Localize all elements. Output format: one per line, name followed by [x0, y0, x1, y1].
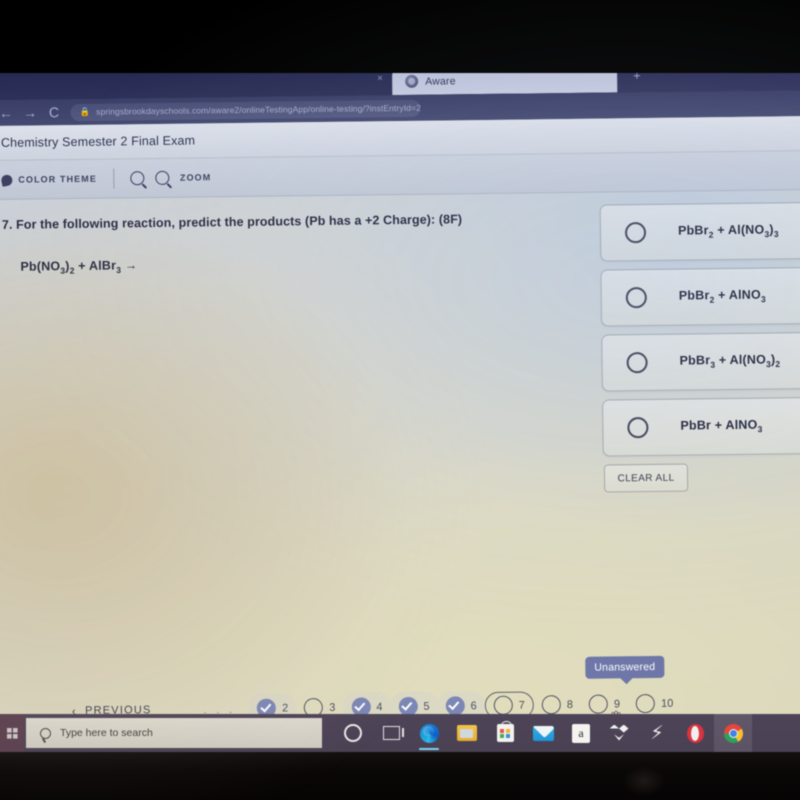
unanswered-circle-icon — [493, 695, 513, 715]
radio-button-icon[interactable] — [627, 417, 649, 439]
pagination-number: 10 — [661, 697, 674, 710]
lightning-icon[interactable]: ⚡ — [638, 714, 676, 752]
screen-content: × Aware × + ← → C 🔒 springsbrookdayschoo… — [0, 60, 800, 760]
answered-check-icon — [445, 696, 465, 716]
dropbox-glyph — [610, 725, 629, 742]
question-area: 7. For the following reaction, predict t… — [0, 190, 800, 493]
lock-icon: 🔒 — [79, 106, 91, 117]
formula-text: PbBr — [678, 288, 710, 303]
folder-glyph — [457, 725, 477, 741]
windows-logo-icon — [6, 727, 18, 739]
opera-glyph — [686, 723, 704, 743]
search-icon — [40, 727, 51, 739]
tab-favicon-icon — [405, 74, 419, 88]
formula-subscript: 2 — [775, 359, 781, 370]
pagination-number: 7 — [518, 699, 525, 712]
formula-text: Pb(NO — [20, 259, 61, 274]
tab-title: Aware — [425, 74, 456, 88]
unanswered-circle-icon — [588, 694, 609, 714]
google-chrome-icon[interactable] — [714, 714, 752, 752]
formula-text: → — [120, 258, 138, 273]
radio-button-icon[interactable] — [625, 287, 647, 309]
pagination-number: 4 — [376, 700, 383, 713]
photo-bezel-top — [0, 0, 800, 73]
task-view-icon[interactable] — [372, 714, 410, 752]
formula-text: PbBr — [677, 223, 709, 238]
palette-icon — [0, 173, 14, 187]
pagination-number: 5 — [423, 700, 430, 713]
answer-option[interactable]: PbBr + AlNO3 — [602, 396, 800, 457]
answer-option-label: PbBr2 + AlNO3 — [679, 288, 766, 306]
answer-options-list: PbBr2 + Al(NO3)3 PbBr2 + AlNO3 PbBr3 + Al(… — [599, 201, 800, 493]
pagination-number: 2 — [282, 701, 289, 715]
opera-icon[interactable] — [676, 714, 714, 752]
answer-option-label: PbBr3 + Al(NO3)2 — [680, 353, 781, 371]
formula-subscript: 3 — [760, 294, 766, 305]
reload-icon[interactable]: C — [46, 104, 61, 120]
file-explorer-icon[interactable] — [448, 714, 486, 752]
pagination-number: 8 — [566, 698, 574, 711]
formula-text: + AlNO — [714, 287, 761, 303]
amazon-icon[interactable]: a — [562, 714, 600, 752]
dropbox-icon[interactable] — [600, 714, 638, 752]
tooltip-unanswered: Unanswered — [585, 655, 665, 679]
lightning-glyph: ⚡ — [650, 721, 664, 744]
chrome-glyph — [723, 723, 743, 743]
search-input[interactable]: Type here to search — [26, 718, 322, 748]
formula-text: + Al(NO — [715, 352, 767, 368]
amazon-glyph: a — [572, 723, 590, 743]
start-button[interactable] — [0, 714, 24, 752]
radio-button-icon[interactable] — [626, 352, 648, 374]
formula-text: PbBr + AlNO — [680, 417, 758, 433]
exam-page: Chemistry Semester 2 Final Exam COLOR TH… — [0, 116, 800, 760]
answer-option-label: PbBr + AlNO3 — [680, 418, 762, 436]
store-glyph — [496, 721, 514, 742]
answer-option[interactable]: PbBr3 + Al(NO3)2 — [601, 331, 800, 392]
back-icon[interactable]: ← — [0, 105, 14, 121]
radio-button-icon[interactable] — [624, 222, 647, 244]
answer-option-label: PbBr2 + Al(NO3)3 — [678, 223, 779, 241]
formula-text: PbBr — [679, 353, 711, 368]
formula-subscript: 3 — [757, 424, 763, 435]
address-bar[interactable]: 🔒 springsbrookdayschools.com/aware2/onli… — [70, 99, 421, 121]
formula-text: + Al(NO — [713, 222, 765, 238]
zoom-out-icon[interactable] — [154, 170, 170, 186]
search-placeholder: Type here to search — [60, 727, 153, 739]
edge-glyph — [419, 723, 439, 743]
mail-icon[interactable] — [524, 714, 562, 752]
inactive-tab-close-icon[interactable]: × — [377, 73, 383, 84]
formula-text: + AlBr — [74, 258, 117, 274]
color-theme-button[interactable]: COLOR THEME — [0, 173, 98, 187]
pagination-number: 6 — [470, 699, 477, 712]
photo-bezel-bottom — [0, 752, 800, 800]
microsoft-store-icon[interactable] — [486, 714, 524, 752]
answer-option[interactable]: PbBr2 + AlNO3 — [600, 266, 800, 327]
zoom-controls[interactable]: ZOOM — [129, 170, 212, 186]
clear-all-button[interactable]: CLEAR ALL — [603, 463, 689, 493]
laptop-screen-photo: × Aware × + ← → C 🔒 springsbrookdayschoo… — [0, 0, 800, 800]
zoom-in-icon[interactable] — [129, 171, 145, 186]
mail-glyph — [532, 725, 554, 741]
color-theme-label: COLOR THEME — [18, 173, 98, 185]
answer-option[interactable]: PbBr2 + Al(NO3)3 — [599, 201, 800, 262]
pagination-number: 3 — [329, 701, 336, 714]
forward-icon[interactable]: → — [22, 104, 37, 120]
task-view-glyph — [382, 726, 404, 740]
url-text: springsbrookdayschools.com/aware2/online… — [96, 102, 421, 117]
toolbar-divider — [112, 168, 115, 189]
unanswered-circle-icon — [541, 695, 561, 715]
cortana-glyph — [344, 724, 362, 742]
taskbar-icons: a ⚡ — [334, 714, 752, 752]
microsoft-edge-icon[interactable] — [410, 714, 448, 752]
formula-subscript: 3 — [773, 229, 779, 240]
cortana-icon[interactable] — [334, 714, 372, 752]
zoom-label: ZOOM — [179, 172, 212, 183]
unanswered-circle-icon — [636, 693, 656, 714]
windows-taskbar: Type here to search a ⚡ — [0, 714, 800, 752]
pagination-number: 9 — [613, 697, 621, 710]
page-title: Chemistry Semester 2 Final Exam — [0, 133, 196, 150]
